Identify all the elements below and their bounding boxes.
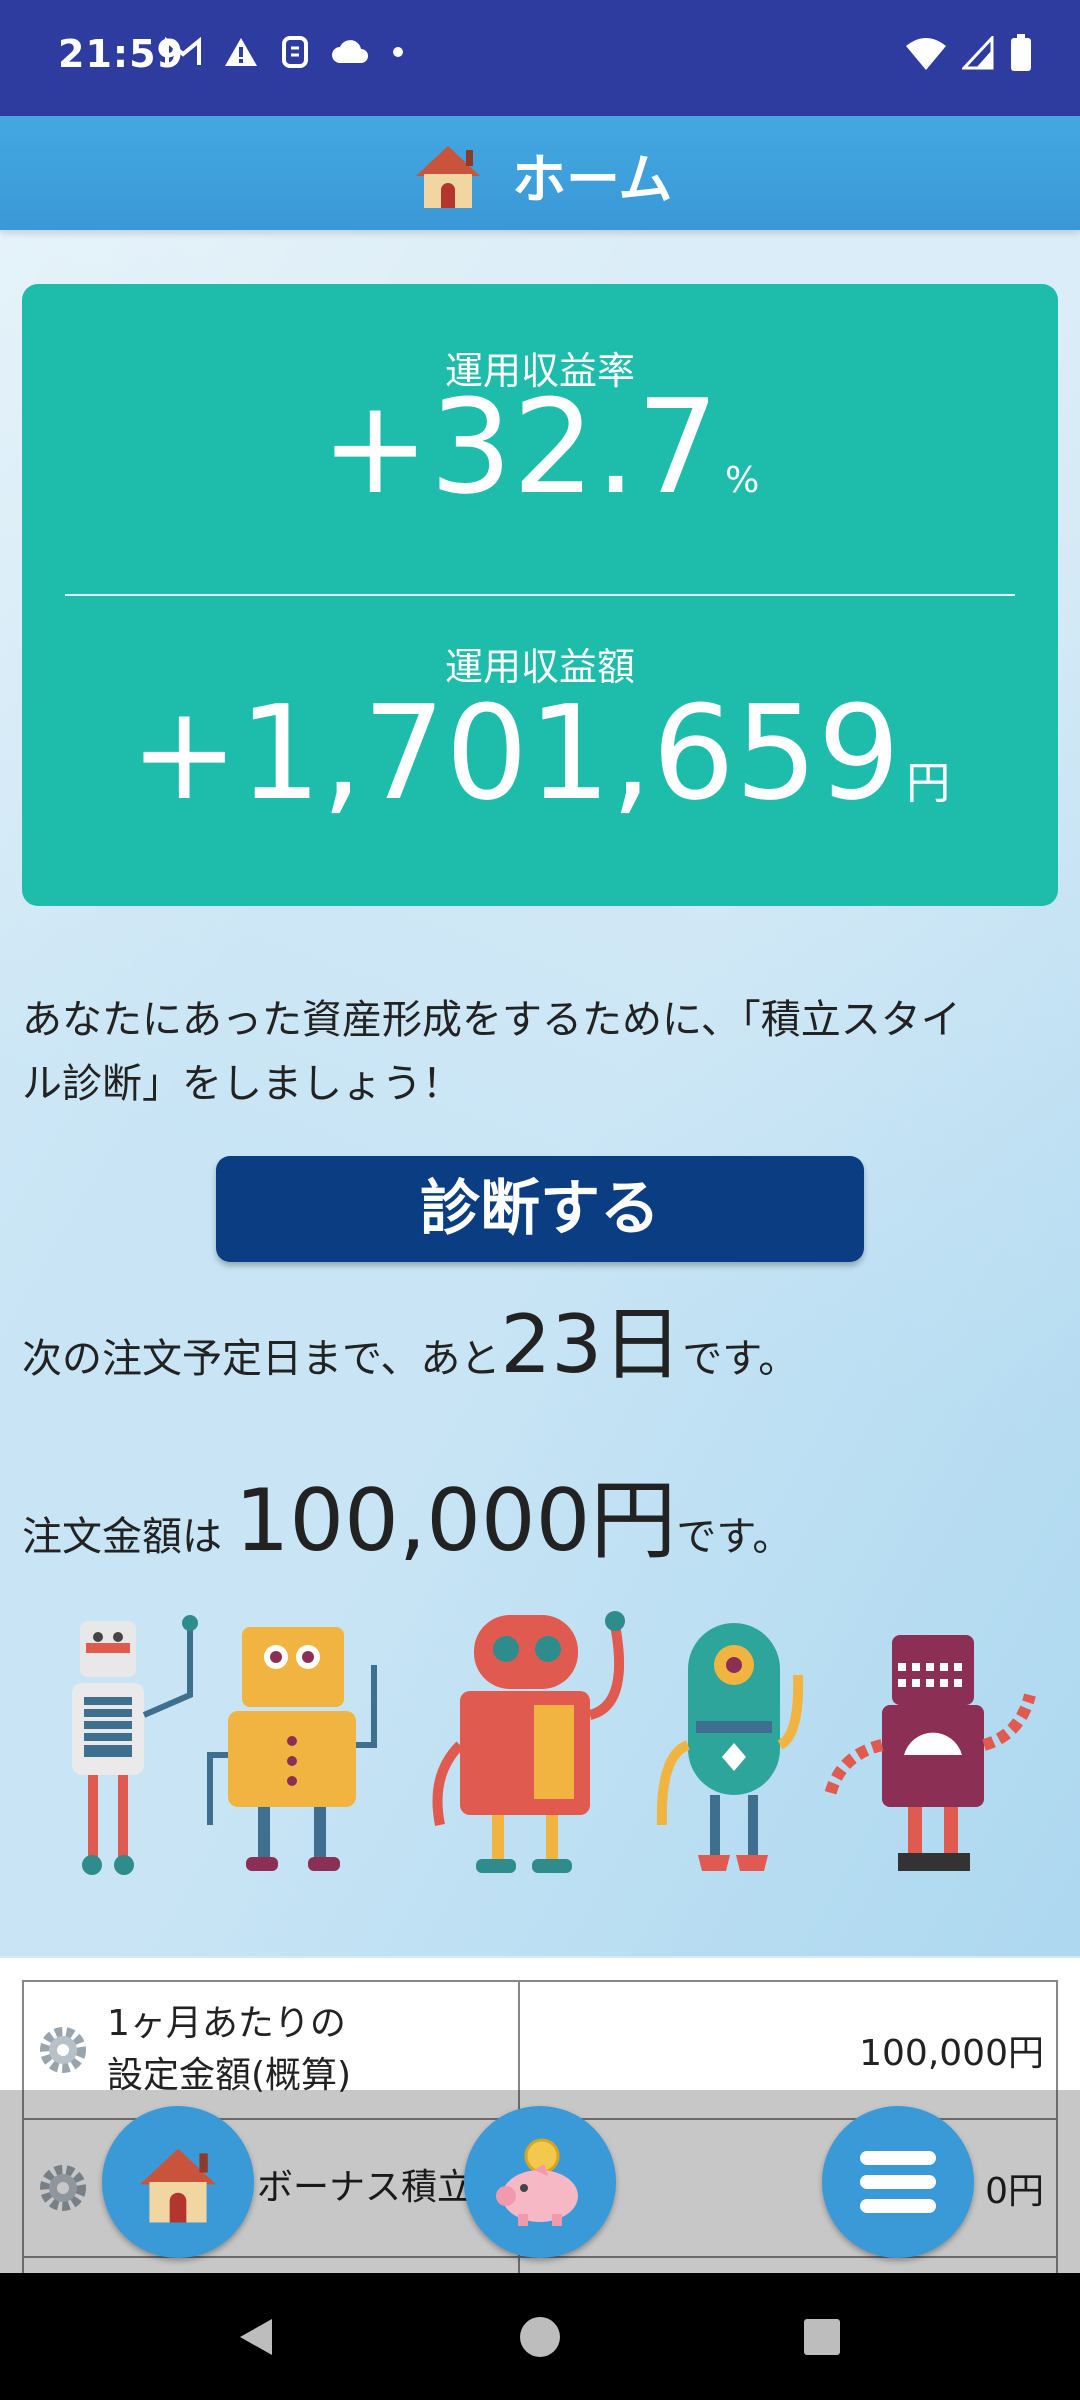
menu-icon <box>860 2151 936 2213</box>
robot-red <box>432 1611 625 1873</box>
menu-button[interactable] <box>822 2106 974 2258</box>
system-icons <box>906 34 1032 72</box>
app-bar: ホーム <box>0 116 1080 230</box>
savings-button[interactable] <box>464 2106 616 2258</box>
house-icon <box>416 146 480 208</box>
warning-icon <box>225 38 257 66</box>
order-amount-info: 注文金額は 100,000円です。 <box>22 1450 792 1575</box>
status-bar: 21:59 <box>0 0 1080 116</box>
diagnosis-button[interactable]: 診断する <box>216 1156 864 1262</box>
wifi-icon <box>906 38 946 70</box>
back-icon[interactable] <box>234 2315 278 2359</box>
intro-line-1: あなたにあった資産形成をするために、「積立スタイ <box>22 997 961 1043</box>
return-rate-unit: % <box>725 460 760 501</box>
home-nav-icon[interactable] <box>518 2315 562 2359</box>
dot-icon <box>393 47 403 57</box>
return-amount-value: +1,701,659 円 <box>22 688 1058 818</box>
piggy-bank-icon <box>496 2138 578 2226</box>
cloud-icon <box>332 40 368 63</box>
next-order-prefix: 次の注文予定日まで、あと <box>22 1336 501 1382</box>
days-until-order: 23日 <box>500 1298 683 1391</box>
signal-icon <box>962 36 994 70</box>
system-nav-bar <box>0 2273 1080 2400</box>
order-amount-prefix: 注文金額は <box>22 1514 222 1560</box>
return-amount-unit: 円 <box>906 758 951 809</box>
return-rate-value: +32.7% <box>22 382 1058 512</box>
setting-label: 1ヶ月あたりの <box>107 2003 346 2044</box>
return-amount-number: +1,701,659 <box>129 677 901 829</box>
order-amount-value: 100,000円 <box>234 1471 677 1571</box>
order-amount-suffix: です。 <box>676 1514 793 1560</box>
robot-white <box>72 1615 198 1875</box>
gmail-icon <box>165 37 201 65</box>
diagnosis-intro-text: あなたにあった資産形成をするために、「積立スタイ ル診断」をしましょう！ <box>22 988 1062 1116</box>
home-button[interactable] <box>102 2106 254 2258</box>
robot-purple <box>824 1635 1036 1871</box>
robot-yellow <box>207 1627 377 1871</box>
page-title: ホーム <box>512 147 673 211</box>
next-order-suffix: です。 <box>682 1336 799 1382</box>
battery-icon <box>1011 34 1031 71</box>
next-order-info: 次の注文予定日まで、あと23日です。 <box>22 1280 798 1396</box>
app-icon <box>282 36 308 68</box>
recents-icon[interactable] <box>802 2317 842 2357</box>
house-icon <box>139 2148 217 2223</box>
robot-teal <box>656 1623 804 1871</box>
performance-summary-card: 運用収益率 +32.7% 運用収益額 +1,701,659 円 <box>22 284 1058 906</box>
card-divider <box>65 594 1015 596</box>
robots-illustration <box>72 1611 1036 1875</box>
return-rate-number: +32.7 <box>320 371 720 523</box>
intro-line-2: ル診断」をしましょう！ <box>22 1061 462 1107</box>
gear-icon <box>40 2027 86 2073</box>
notification-icons <box>165 36 405 68</box>
